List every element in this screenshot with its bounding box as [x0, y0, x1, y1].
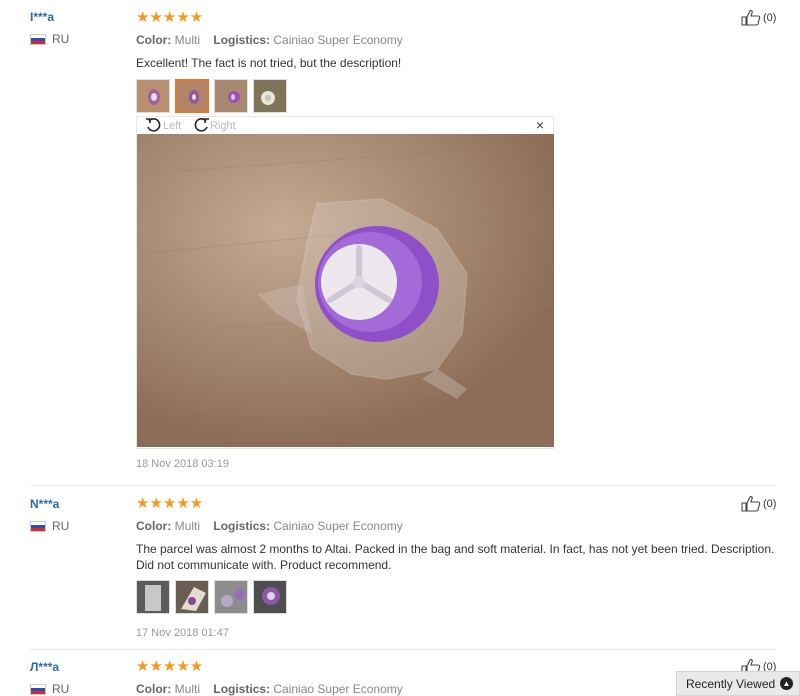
reviewer-info: N***a RU — [30, 497, 69, 533]
divider — [30, 485, 776, 486]
color-label: Color: — [136, 682, 172, 696]
photo-thumbnail-image — [254, 80, 286, 112]
russia-flag-icon — [30, 33, 46, 45]
star-rating: ★★★★★ — [136, 9, 204, 26]
rotate-left-button[interactable]: Left — [145, 117, 181, 134]
rotate-right-button[interactable]: Right — [192, 117, 236, 134]
review-photos — [136, 79, 776, 113]
review-meta: Color: Multi Logistics: Cainiao Super Ec… — [136, 33, 776, 47]
photo-thumbnail-image — [215, 581, 247, 613]
country-code: RU — [52, 682, 70, 696]
logistics-label: Logistics: — [213, 33, 271, 47]
review-photo-thumbnail[interactable] — [214, 79, 248, 113]
review-date: 18 Nov 2018 03:19 — [136, 458, 229, 470]
review-text: Excellent! The fact is not tried, but th… — [136, 56, 402, 70]
russia-flag-icon — [30, 520, 46, 532]
logistics-value: Cainiao Super Economy — [273, 33, 403, 47]
rotate-left-label: Left — [163, 119, 182, 132]
country-code: RU — [52, 32, 70, 46]
review-photo-thumbnail[interactable] — [136, 79, 170, 113]
review-date: 17 Nov 2018 01:47 — [136, 627, 229, 639]
reviewer-country: RU — [30, 682, 69, 696]
logistics-value: Cainiao Super Economy — [273, 682, 403, 696]
russia-flag-icon — [30, 683, 46, 695]
photo-thumbnail-image — [148, 89, 160, 105]
review-photo-thumbnail[interactable] — [253, 580, 287, 614]
logistics-label: Logistics: — [213, 519, 271, 533]
reviewer-name[interactable]: N***a — [30, 497, 69, 511]
reviewer-country: RU — [30, 519, 69, 533]
photo-viewer: Left Right × — [136, 116, 554, 449]
close-icon[interactable]: × — [536, 118, 544, 132]
photo-thumbnail-image — [137, 581, 169, 613]
review-photo-image — [137, 134, 554, 447]
photo-viewer-toolbar: Left Right × — [137, 117, 553, 134]
helpful-button[interactable]: (0) — [741, 10, 776, 26]
logistics-value: Cainiao Super Economy — [273, 519, 403, 533]
helpful-button[interactable]: (0) — [741, 496, 776, 512]
color-value: Multi — [174, 33, 201, 47]
color-value: Multi — [174, 682, 201, 696]
helpful-count: (0) — [763, 12, 777, 24]
color-label: Color: — [136, 519, 172, 533]
thumbs-up-icon — [741, 496, 761, 512]
color-label: Color: — [136, 33, 172, 47]
reviewer-name[interactable]: Л***a — [30, 660, 69, 674]
review-text: The parcel was almost 2 months to Altai.… — [136, 542, 775, 572]
rotate-left-icon — [146, 118, 161, 132]
photo-thumbnail-image — [189, 90, 199, 104]
review-photo-thumbnail[interactable] — [253, 79, 287, 113]
review-photo-thumbnail[interactable] — [136, 580, 170, 614]
photo-thumbnail-image — [254, 581, 286, 613]
review-meta: Color: Multi Logistics: Cainiao Super Ec… — [136, 519, 776, 533]
recently-viewed-button[interactable]: Recently Viewed ▲ — [676, 671, 800, 696]
review-photo-thumbnail[interactable] — [214, 580, 248, 614]
country-code: RU — [52, 519, 70, 533]
color-value: Multi — [174, 519, 201, 533]
photo-thumbnail-image — [176, 581, 208, 613]
review-content: ★★★★★ Color: Multi Logistics: Cainiao Su… — [136, 9, 776, 113]
review-content: ★★★★★ Color: Multi Logistics: Cainiao Su… — [136, 495, 776, 639]
reviewer-name[interactable]: I***a — [30, 10, 69, 24]
review-photos — [136, 580, 776, 614]
star-rating: ★★★★★ — [136, 495, 204, 512]
rotate-right-label: Right — [210, 119, 236, 132]
photo-thumbnail-image — [228, 91, 240, 103]
logistics-label: Logistics: — [213, 682, 271, 696]
divider — [30, 649, 776, 650]
review-photo-large — [137, 134, 554, 447]
reviewer-info: I***a RU — [30, 10, 69, 46]
reviewer-info: Л***a RU — [30, 660, 69, 696]
recently-viewed-label: Recently Viewed — [686, 676, 776, 691]
review-photo-thumbnail[interactable] — [175, 580, 209, 614]
reviewer-country: RU — [30, 32, 69, 46]
review-photo-thumbnail[interactable] — [175, 79, 209, 113]
thumbs-up-icon — [741, 10, 761, 26]
helpful-count: (0) — [763, 498, 777, 510]
chevron-up-circle-icon: ▲ — [780, 677, 793, 690]
rotate-right-icon — [194, 118, 209, 132]
